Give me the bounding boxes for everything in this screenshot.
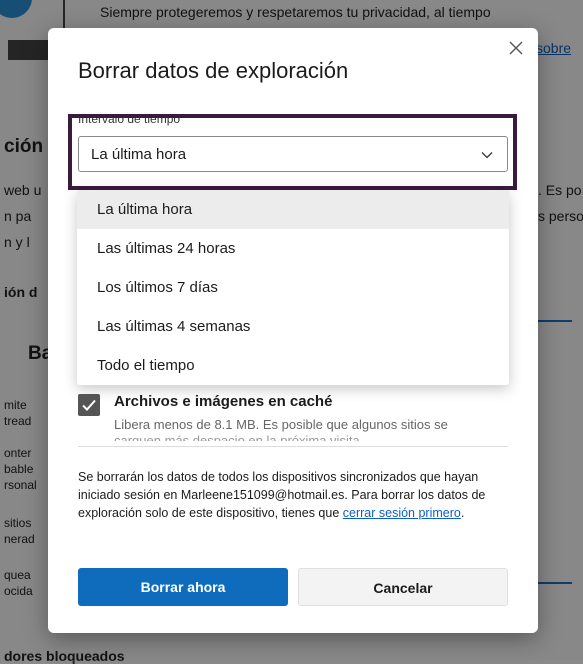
dialog-title: Borrar datos de exploración: [78, 58, 349, 83]
cache-checkbox[interactable]: [78, 394, 100, 416]
option-last-4-weeks[interactable]: Las últimas 4 semanas: [77, 307, 509, 346]
option-last-7-days[interactable]: Los últimos 7 días: [77, 268, 509, 307]
cache-option-description-cont: carguen más despacio en la próxima visit…: [114, 433, 364, 441]
cancel-button[interactable]: Cancelar: [298, 568, 508, 606]
time-range-select[interactable]: La última hora: [78, 136, 508, 172]
time-range-value: La última hora: [91, 146, 187, 163]
cache-option-description: Libera menos de 8.1 MB. Es posible que a…: [114, 417, 448, 432]
time-range-label: Intervalo de tiempo: [78, 112, 181, 126]
close-icon[interactable]: [508, 38, 524, 60]
option-last-24-hours[interactable]: Las últimas 24 horas: [77, 229, 509, 268]
option-all-time[interactable]: Todo el tiempo: [77, 346, 509, 385]
sign-out-link[interactable]: cerrar sesión primero: [343, 506, 461, 520]
clear-now-button[interactable]: Borrar ahora: [78, 568, 288, 606]
sync-notice: Se borrarán los datos de todos los dispo…: [78, 468, 514, 522]
section-divider: [78, 446, 508, 447]
checkmark-icon: [82, 399, 96, 411]
chevron-down-icon: [481, 152, 493, 159]
close-glyph: [509, 41, 523, 55]
sync-notice-suffix: .: [460, 506, 465, 520]
time-range-dropdown: La última hora Las últimas 24 horas Los …: [77, 190, 509, 385]
option-last-hour[interactable]: La última hora: [77, 190, 509, 229]
clear-browsing-data-dialog: Borrar datos de exploración Intervalo de…: [48, 28, 538, 633]
cache-option-title: Archivos e imágenes en caché: [114, 393, 333, 410]
